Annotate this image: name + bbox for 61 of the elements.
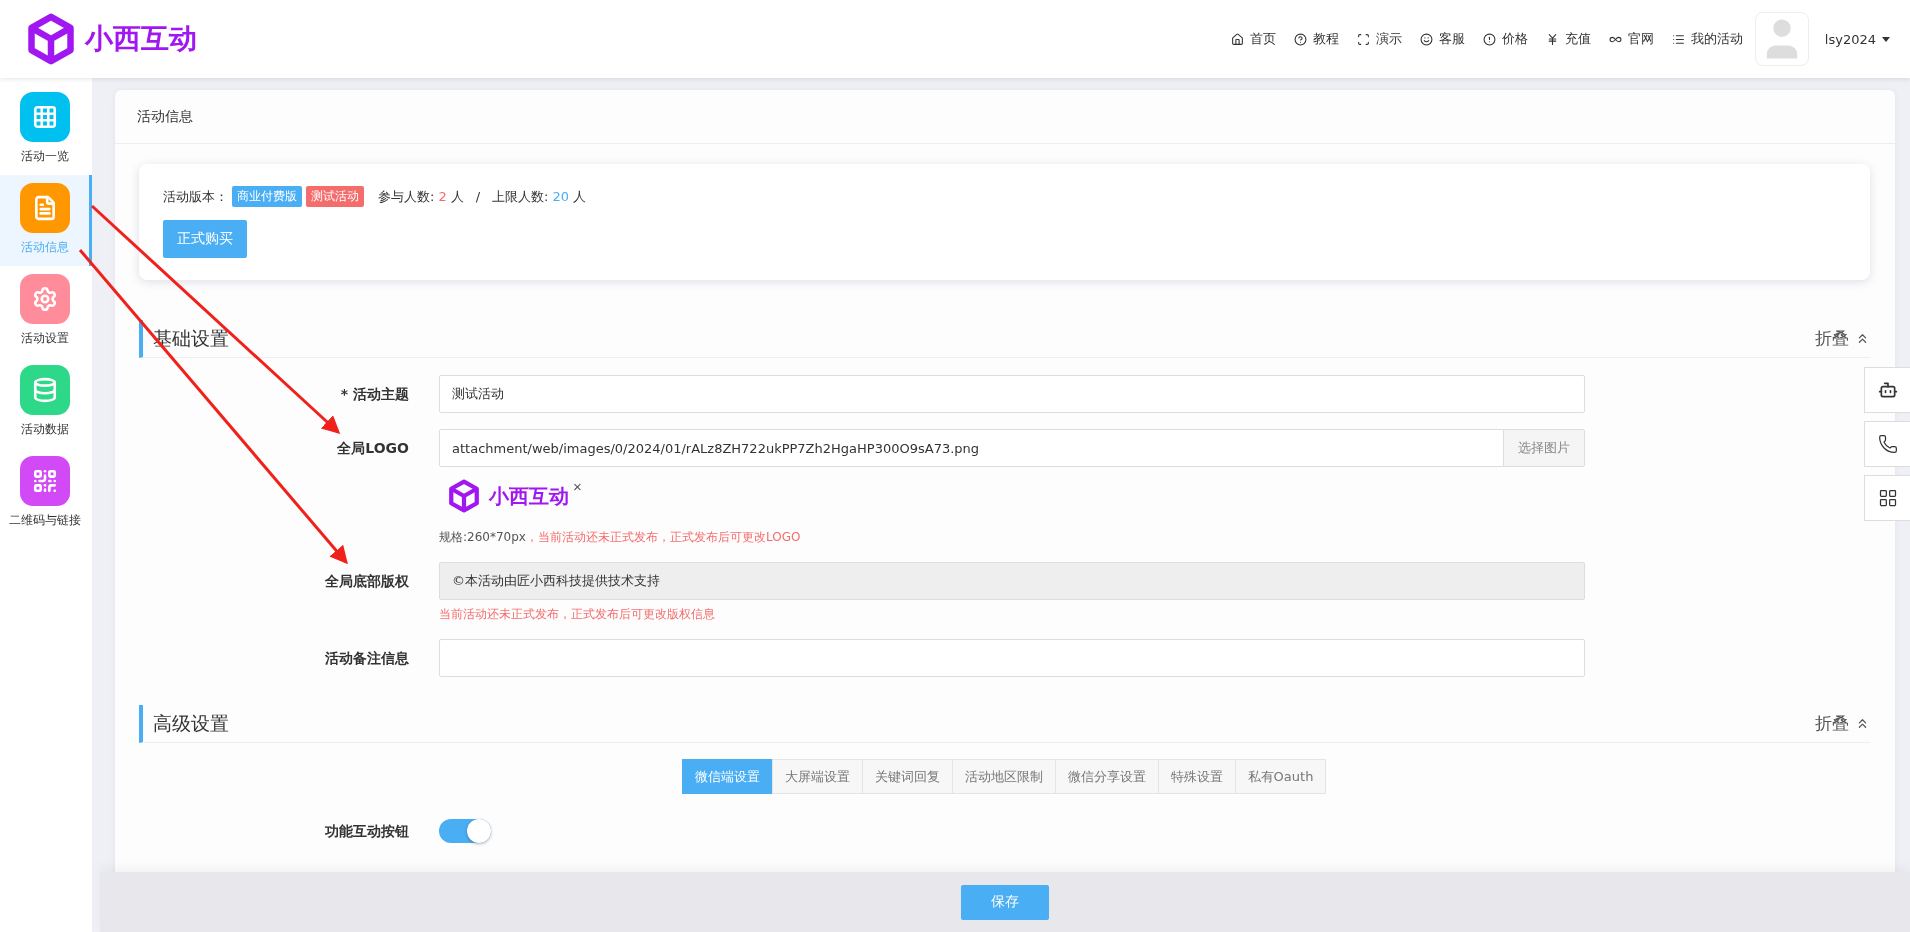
home-icon (1230, 32, 1244, 46)
section-title: 高级设置 (153, 710, 229, 736)
field-label: 全局LOGO (336, 439, 409, 458)
grid-button[interactable] (1864, 475, 1910, 521)
user-menu[interactable]: lsy2024 (1824, 31, 1890, 47)
version-tag: 测试活动 (306, 186, 364, 207)
settings-tab[interactable]: 关键词回复 (861, 759, 953, 794)
text-field[interactable]: 测试活动 (439, 375, 1585, 413)
limit-count: 20 (552, 189, 569, 204)
field-label: * 活动主题 (339, 385, 409, 404)
logo-text: 小西互动 (85, 21, 197, 57)
settings-tab[interactable]: 特殊设置 (1157, 759, 1236, 794)
nav-link[interactable]: 客服 (1419, 30, 1465, 48)
nav-link[interactable]: 首页 (1230, 30, 1276, 48)
phone-icon (1877, 434, 1898, 454)
participants-label: 参与人数: (378, 187, 435, 206)
sidebar-item[interactable]: 活动一览 (0, 84, 92, 175)
participants-count: 2 (438, 189, 447, 204)
cube-logo-icon (447, 479, 481, 513)
settings-tab[interactable]: 私有Oauth (1234, 759, 1327, 794)
copyright-field[interactable]: ©本活动由匠小西科技提供技术支持 (439, 562, 1585, 600)
limit-label: 上限人数: (492, 187, 549, 206)
nav-link[interactable]: 教程 (1293, 30, 1339, 48)
sidebar-item[interactable]: 活动数据 (0, 357, 92, 448)
collapse-link[interactable]: 折叠 (1815, 327, 1870, 350)
remove-button[interactable]: × (573, 479, 582, 494)
field-label: 全局底部版权 (324, 572, 409, 591)
sidebar-item[interactable]: 活动设置 (0, 266, 92, 357)
phone-button[interactable] (1864, 421, 1910, 467)
list-icon (1671, 32, 1685, 46)
unit-text: 人 (573, 187, 586, 206)
warning-text: 当前活动还未正式发布，正式发布后可更改版权信息 (439, 606, 716, 623)
logo-text: 小西互动 (489, 482, 569, 510)
field-label: 功能互动按钮 (324, 822, 409, 841)
badge-icon (1482, 32, 1496, 46)
nav-link[interactable]: 官网 (1608, 30, 1654, 48)
toggle-switch[interactable] (439, 819, 491, 843)
caret-icon (1882, 36, 1890, 42)
page-title: 活动信息 (115, 90, 1895, 144)
nav-link[interactable]: 充值 (1545, 30, 1591, 48)
settings-tab[interactable]: 大屏端设置 (771, 759, 863, 794)
settings-tab[interactable]: 活动地区限制 (951, 759, 1056, 794)
cube-logo-icon (25, 13, 77, 65)
version-tag: 商业付费版 (232, 186, 302, 207)
version-label: 活动版本： (163, 187, 228, 206)
text-field[interactable] (439, 639, 1585, 677)
sidebar-item[interactable]: 二维码与链接 (0, 448, 92, 539)
image-path-field[interactable]: attachment/web/images/0/2024/01/rALz8ZH722ukPP7Zh2HgaHP300O9sA73.png 选择图片 (439, 429, 1585, 467)
nav-link[interactable]: 我的活动 (1671, 30, 1743, 48)
help-icon (1293, 32, 1307, 46)
smile-icon (1419, 32, 1433, 46)
size-hint: 规格:260*70px，当前活动还未正式发布，正式发布后可更改LOGO (439, 529, 802, 546)
nav-link[interactable]: 价格 (1482, 30, 1528, 48)
collapse-link[interactable]: 折叠 (1815, 712, 1870, 735)
settings-tab[interactable]: 微信分享设置 (1054, 759, 1159, 794)
expand-icon (1356, 32, 1370, 46)
separator-text: / (475, 189, 481, 204)
nav-link[interactable]: 演示 (1356, 30, 1402, 48)
unit-text: 人 (450, 187, 464, 206)
field-label: 活动备注信息 (324, 649, 409, 668)
grid-icon (1877, 488, 1898, 508)
